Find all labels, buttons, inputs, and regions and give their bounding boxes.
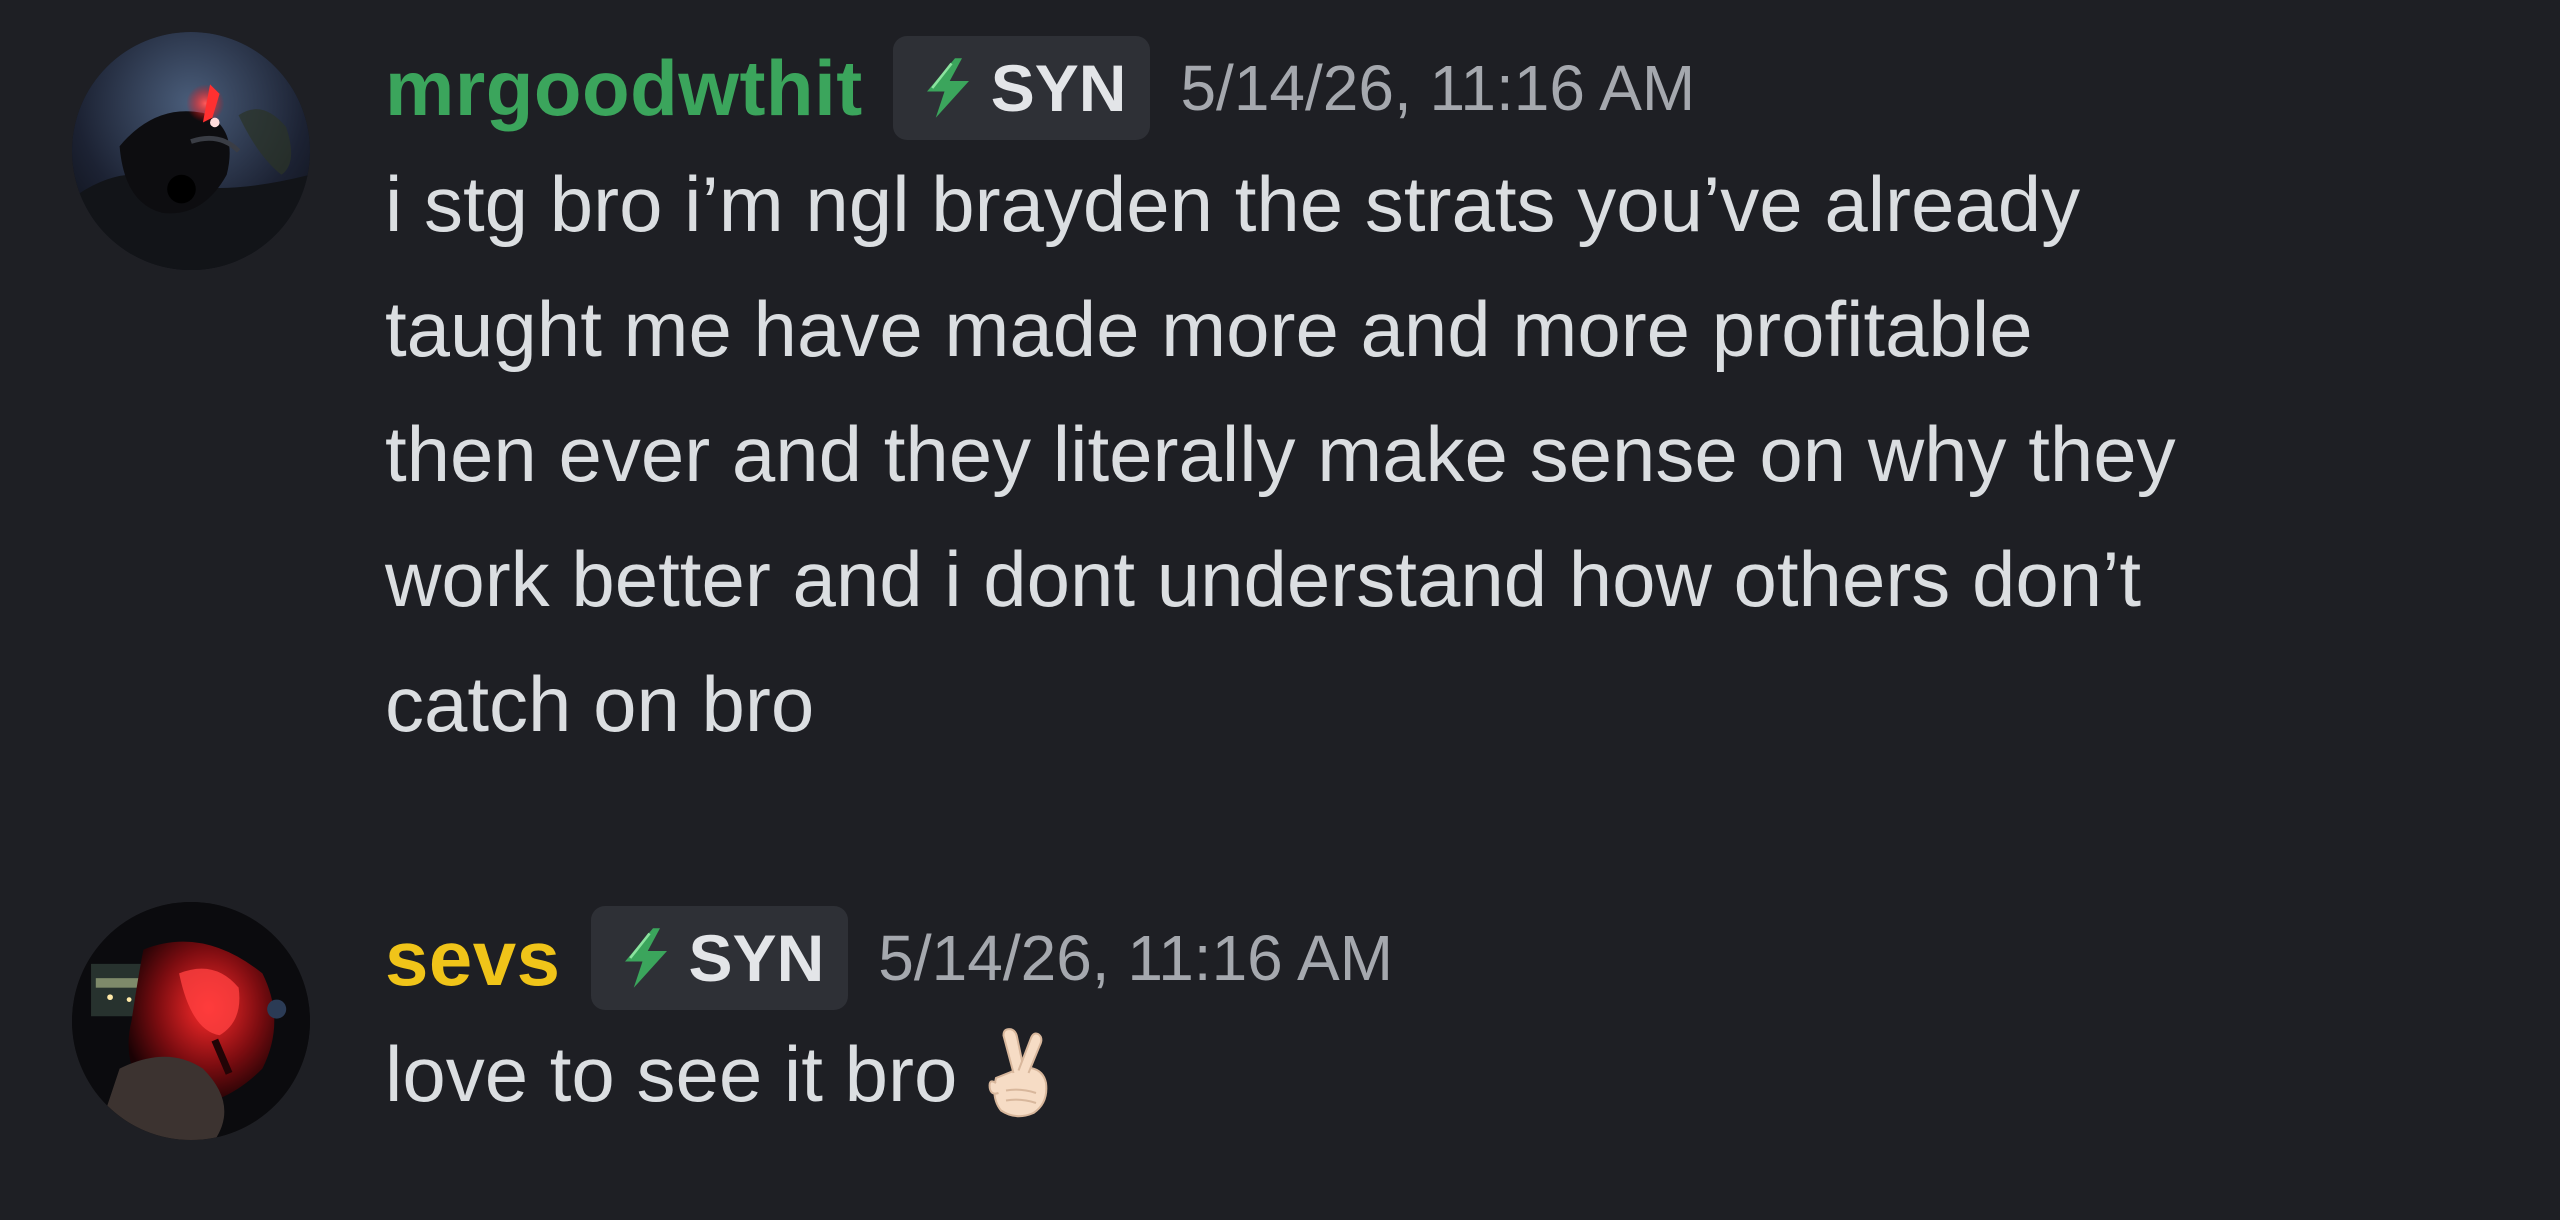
message-content: mrgoodwthit SYN 5/14/26, 11:16 AM i stg …: [385, 30, 2535, 767]
tag-label: SYN: [688, 921, 825, 995]
avatar[interactable]: [72, 32, 310, 270]
timestamp[interactable]: 5/14/26, 11:16 AM: [1180, 56, 1695, 120]
chat-log: mrgoodwthit SYN 5/14/26, 11:16 AM i stg …: [0, 0, 2560, 1220]
username[interactable]: mrgoodwthit: [385, 49, 863, 127]
role-tag[interactable]: SYN: [590, 906, 849, 1010]
message-text: love to see it bro: [385, 1012, 2535, 1137]
crossed-fingers-emoji[interactable]: [971, 1023, 1061, 1123]
message-line: i stg bro i’m ngl brayden the strats you…: [385, 160, 2081, 248]
message-line: love to see it bro: [385, 1012, 2535, 1137]
message-line: taught me have made more and more profit…: [385, 285, 2033, 373]
message-line: then ever and they literally make sense …: [385, 410, 2176, 498]
timestamp[interactable]: 5/14/26, 11:16 AM: [878, 926, 1393, 990]
username[interactable]: sevs: [385, 919, 561, 997]
message-header: mrgoodwthit SYN 5/14/26, 11:16 AM: [385, 30, 2535, 146]
message-line: catch on bro: [385, 660, 815, 748]
message-header: sevs SYN 5/14/26, 11:16 AM: [385, 900, 2535, 1016]
message-line: work better and i dont understand how ot…: [385, 535, 2142, 623]
role-tag[interactable]: SYN: [892, 36, 1151, 140]
lightning-bolt-icon: [624, 928, 667, 988]
lightning-bolt-icon: [926, 58, 969, 118]
message-content: sevs SYN 5/14/26, 11:16 AM love to see i…: [385, 900, 2535, 1137]
avatar[interactable]: [72, 902, 310, 1140]
message-line-text: love to see it bro: [385, 1030, 958, 1118]
motorcycle-avatar-image: [72, 32, 310, 270]
tag-label: SYN: [990, 51, 1127, 125]
car-interior-avatar-image: [72, 902, 310, 1140]
message-text: i stg bro i’m ngl brayden the strats you…: [385, 142, 2535, 767]
